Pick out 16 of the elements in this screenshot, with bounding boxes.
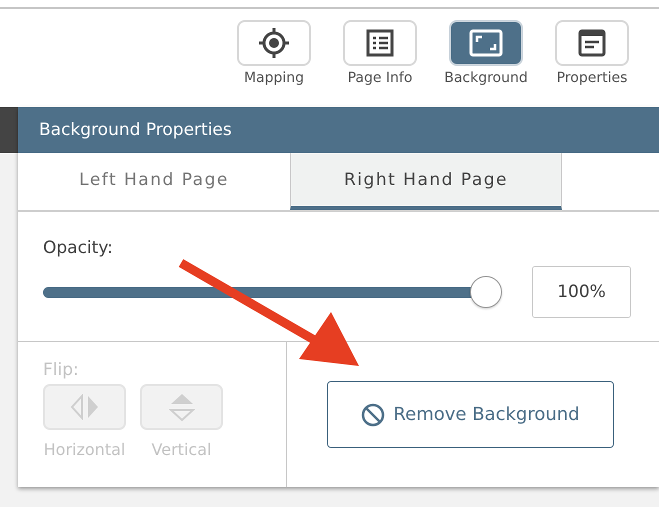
opacity-slider[interactable] xyxy=(43,276,502,308)
window-icon xyxy=(578,29,606,57)
sidebar-edge xyxy=(0,107,18,153)
opacity-value-field[interactable]: 100% xyxy=(532,266,631,318)
flip-vertical-icon xyxy=(168,392,194,422)
flip-horizontal-icon xyxy=(70,394,100,420)
frame-icon xyxy=(469,29,503,57)
target-icon xyxy=(258,27,290,59)
list-icon xyxy=(366,29,394,57)
remove-background-button[interactable]: Remove Background xyxy=(327,381,614,448)
slider-thumb[interactable] xyxy=(470,276,502,308)
page-tab[interactable]: Right Hand Page xyxy=(290,153,562,210)
prohibited-icon xyxy=(361,402,386,426)
panel-title: Background Properties xyxy=(18,107,659,153)
opacity-label: Opacity: xyxy=(43,238,114,258)
flip-label: Flip: xyxy=(43,360,80,380)
